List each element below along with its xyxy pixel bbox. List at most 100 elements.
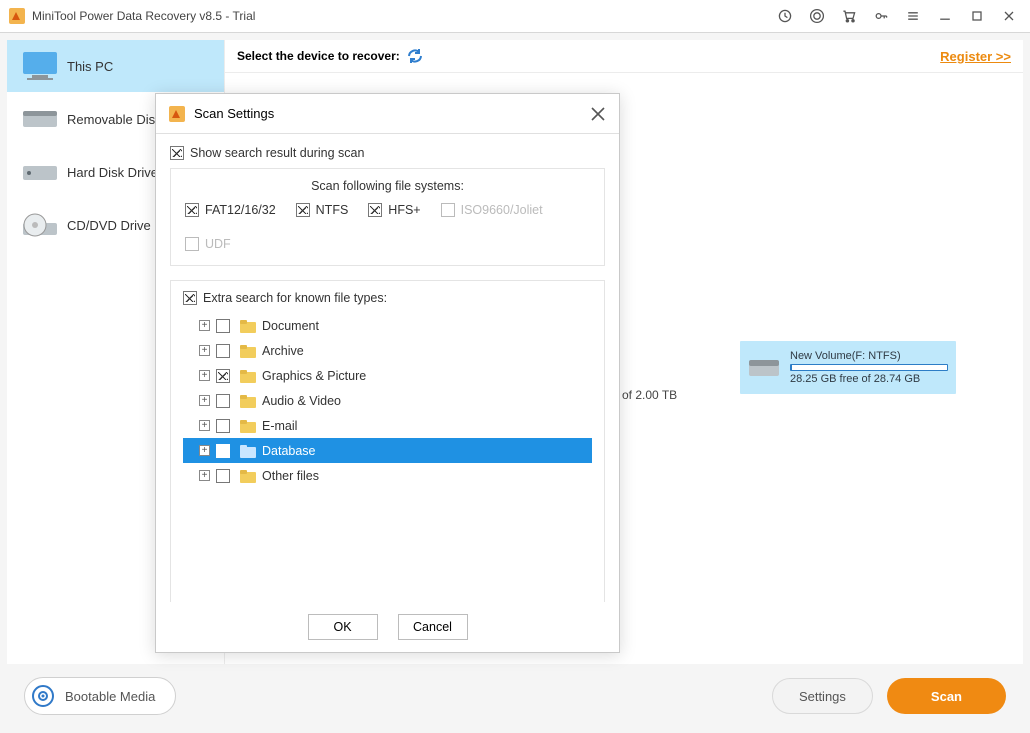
tree-row-6[interactable]: + Other files	[183, 463, 592, 488]
fs-option-1[interactable]: NTFS	[296, 203, 349, 217]
volume-free: 28.25 GB free of 28.74 GB	[790, 373, 948, 385]
tree-label: Audio & Video	[262, 394, 341, 408]
dialog-title: Scan Settings	[194, 106, 274, 121]
fs-label: FAT12/16/32	[205, 203, 276, 217]
expander-icon[interactable]: +	[199, 370, 210, 381]
fs-option-0[interactable]: FAT12/16/32	[185, 203, 276, 217]
folder-icon	[240, 344, 256, 358]
expander-icon[interactable]: +	[199, 420, 210, 431]
fs-checkbox[interactable]	[368, 203, 382, 217]
scan-settings-dialog: Scan Settings Show search result during …	[155, 93, 620, 653]
show-results-row[interactable]: Show search result during scan	[170, 146, 605, 160]
tree-row-5[interactable]: + Database	[183, 438, 592, 463]
folder-icon	[240, 444, 256, 458]
volume-name: New Volume(F: NTFS)	[790, 350, 948, 362]
extra-search-label: Extra search for known file types:	[203, 291, 387, 305]
volume-tile[interactable]: New Volume(F: NTFS) 28.25 GB free of 28.…	[740, 341, 956, 394]
monitor-icon	[17, 48, 63, 84]
app-icon	[8, 7, 26, 25]
extra-search-row[interactable]: Extra search for known file types:	[183, 291, 592, 305]
folder-icon	[240, 394, 256, 408]
sidebar-item-label: Hard Disk Drive	[67, 165, 158, 180]
fs-label: ISO9660/Joliet	[461, 203, 543, 217]
expander-icon[interactable]: +	[199, 445, 210, 456]
titlebar-icon-2[interactable]	[804, 3, 830, 29]
tree-row-2[interactable]: +Graphics & Picture	[183, 363, 592, 388]
cancel-button[interactable]: Cancel	[398, 614, 468, 640]
hard-drive-icon	[17, 154, 63, 190]
ok-button[interactable]: OK	[308, 614, 378, 640]
main-header: Select the device to recover: Register >…	[225, 40, 1023, 73]
expander-icon[interactable]: +	[199, 395, 210, 406]
folder-icon	[240, 369, 256, 383]
maximize-icon[interactable]	[964, 3, 990, 29]
removable-drive-icon	[17, 101, 63, 137]
show-results-checkbox[interactable]	[170, 146, 184, 160]
close-window-icon[interactable]	[996, 3, 1022, 29]
minimize-icon[interactable]	[932, 3, 958, 29]
cart-icon[interactable]	[836, 3, 862, 29]
capacity-remainder-text: of 2.00 TB	[622, 388, 677, 402]
fs-checkbox[interactable]	[185, 203, 199, 217]
volume-text: New Volume(F: NTFS) 28.25 GB free of 28.…	[790, 350, 948, 385]
fs-option-2[interactable]: HFS+	[368, 203, 420, 217]
expander-icon[interactable]: +	[199, 345, 210, 356]
bootable-media-label: Bootable Media	[65, 689, 155, 704]
fs-option-3: ISO9660/Joliet	[441, 203, 543, 217]
tree-checkbox[interactable]	[216, 344, 230, 358]
fs-checkbox[interactable]	[296, 203, 310, 217]
disc-drive-icon	[17, 207, 63, 243]
main-heading: Select the device to recover:	[237, 49, 400, 63]
app-title: MiniTool Power Data Recovery v8.5 - Tria…	[32, 9, 255, 23]
tree-checkbox[interactable]	[216, 394, 230, 408]
footer: Bootable Media Settings Scan	[6, 665, 1024, 727]
scan-button[interactable]: Scan	[887, 678, 1006, 714]
sidebar-item-label: This PC	[67, 59, 113, 74]
dialog-header: Scan Settings	[156, 94, 619, 134]
menu-icon[interactable]	[900, 3, 926, 29]
sidebar-item-label: CD/DVD Drive	[67, 218, 151, 233]
tree-checkbox[interactable]	[216, 469, 230, 483]
tree-label: Other files	[262, 469, 319, 483]
tree-checkbox[interactable]	[216, 419, 230, 433]
bootable-media-button[interactable]: Bootable Media	[24, 677, 176, 715]
tree-label: Document	[262, 319, 319, 333]
titlebar-icon-1[interactable]	[772, 3, 798, 29]
tree-label: Database	[262, 444, 316, 458]
fs-label: NTFS	[316, 203, 349, 217]
disc-icon	[31, 684, 55, 708]
tree-label: Archive	[262, 344, 304, 358]
tree-row-1[interactable]: + Archive	[183, 338, 592, 363]
tree-label: E-mail	[262, 419, 297, 433]
filesystem-title: Scan following file systems:	[185, 179, 590, 193]
titlebar: MiniTool Power Data Recovery v8.5 - Tria…	[0, 0, 1030, 33]
dialog-icon	[168, 105, 186, 123]
tree-row-0[interactable]: + Document	[183, 313, 592, 338]
expander-icon[interactable]: +	[199, 470, 210, 481]
close-icon[interactable]	[589, 105, 607, 123]
volume-usage-bar	[790, 364, 948, 371]
tree-checkbox[interactable]	[216, 319, 230, 333]
expander-icon[interactable]: +	[199, 320, 210, 331]
fs-option-4: UDF	[185, 237, 231, 251]
extra-search-checkbox[interactable]	[183, 291, 197, 305]
key-icon[interactable]	[868, 3, 894, 29]
show-results-label: Show search result during scan	[190, 146, 364, 160]
fs-checkbox	[441, 203, 455, 217]
filetype-tree: +Document+Archive+Graphics & Picture+Aud…	[183, 313, 592, 488]
tree-row-3[interactable]: + Audio & Video	[183, 388, 592, 413]
folder-icon	[240, 419, 256, 433]
filesystem-box: Scan following file systems: FAT12/16/32…	[170, 168, 605, 266]
fs-label: UDF	[205, 237, 231, 251]
volume-disk-icon	[748, 356, 780, 380]
tree-row-4[interactable]: + E-mail	[183, 413, 592, 438]
sidebar-item-this-pc[interactable]: This PC	[7, 40, 224, 93]
dialog-body: Show search result during scan Scan foll…	[156, 134, 619, 602]
register-link[interactable]: Register >>	[940, 49, 1011, 64]
settings-button[interactable]: Settings	[772, 678, 873, 714]
tree-checkbox[interactable]	[216, 369, 230, 383]
filetype-box: Extra search for known file types: + Docu…	[170, 280, 605, 602]
tree-checkbox[interactable]	[216, 444, 230, 458]
dialog-buttons: OK Cancel	[156, 602, 619, 652]
refresh-icon[interactable]	[406, 47, 424, 65]
